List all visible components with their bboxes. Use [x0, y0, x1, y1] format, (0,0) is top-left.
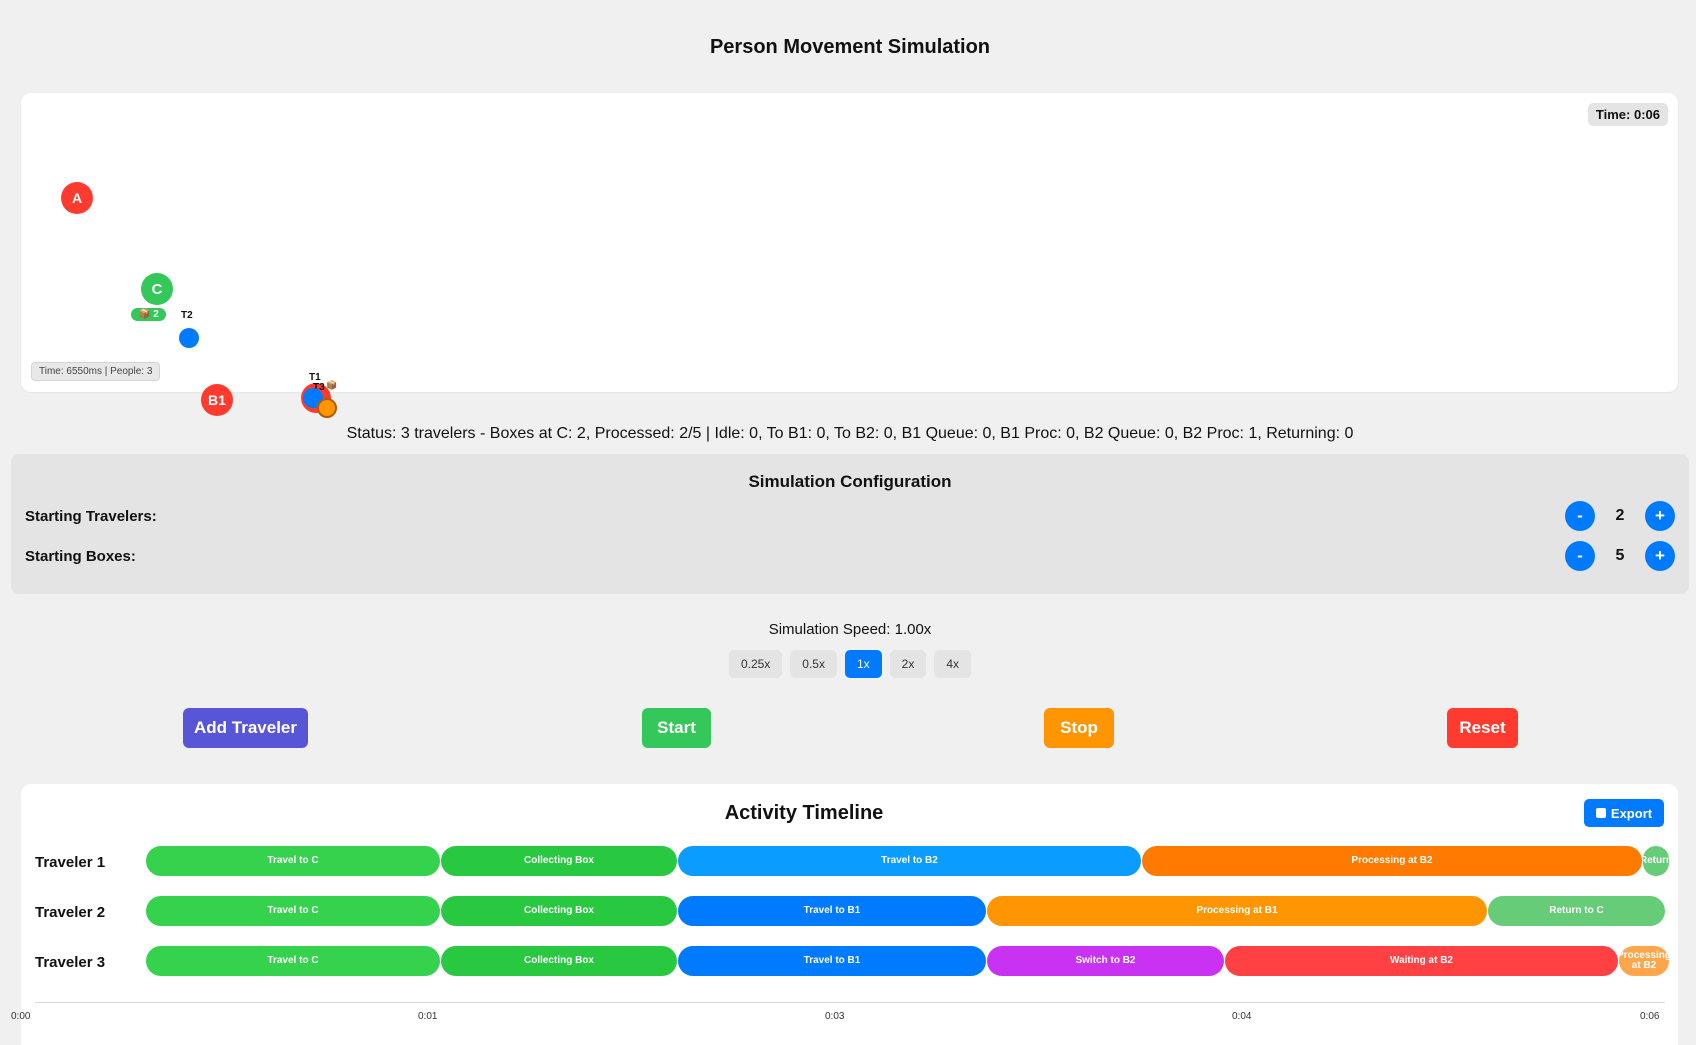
timeline-tick: 0:04: [1232, 1011, 1252, 1022]
speed-button-1x[interactable]: 1x: [844, 650, 882, 678]
timeline-tick: 0:03: [825, 1011, 845, 1022]
speed-button-0-25x[interactable]: 0.25x: [728, 650, 783, 678]
timeline-segment: Processing at B2: [1619, 946, 1669, 976]
boxes-increment-button[interactable]: +: [1645, 541, 1675, 571]
traveler-t2: [179, 328, 199, 348]
timeline-segment: Collecting Box: [441, 896, 677, 926]
timeline-segment: Travel to C: [146, 846, 440, 876]
activity-timeline: Activity Timeline Export Traveler 1 Trav…: [11, 784, 1678, 1045]
reset-button[interactable]: Reset: [1447, 708, 1518, 748]
timeline-row-label-2: Traveler 2: [35, 904, 106, 921]
boxes-decrement-button[interactable]: -: [1565, 541, 1595, 571]
timeline-axis: [35, 1002, 1665, 1003]
timeline-tick: 0:06: [1640, 1011, 1660, 1022]
speed-button-4x[interactable]: 4x: [934, 650, 972, 678]
config-title: Simulation Configuration: [748, 472, 952, 491]
timeline-tick: 0:00: [11, 1011, 31, 1022]
config-row-boxes: Starting Boxes: - 5 +: [25, 540, 1675, 572]
timeline-segment: Waiting at B2: [1225, 946, 1618, 976]
export-icon: [1595, 808, 1606, 818]
speed-options: 0.25x 0.5x 1x 2x 4x: [0, 650, 1696, 678]
config-panel: Simulation Configuration Starting Travel…: [11, 454, 1689, 594]
status-text: Status: 3 travelers - Boxes at C: 2, Pro…: [346, 425, 1354, 442]
timeline-title: Activity Timeline: [724, 802, 884, 824]
page-title: Person Movement Simulation: [709, 36, 991, 58]
node-c: C: [141, 273, 173, 305]
travelers-increment-button[interactable]: +: [1645, 501, 1675, 531]
timeline-segment: Travel to B2: [678, 846, 1141, 876]
boxes-value: 5: [1615, 547, 1625, 564]
travelers-decrement-button[interactable]: -: [1565, 501, 1595, 531]
timeline-segment: Processing at B2: [1142, 846, 1642, 876]
export-label: Export: [1610, 805, 1653, 821]
speed-label: Simulation Speed: 1.00x: [768, 621, 932, 638]
timeline-segment: Switch to B2: [987, 946, 1224, 976]
node-a: A: [61, 182, 93, 214]
carried-box-icon: 📦: [326, 380, 338, 390]
timeline-segment: Return: [1643, 846, 1669, 876]
traveler-label-t2: T2: [181, 310, 193, 321]
timeline-segment: Travel to C: [146, 946, 440, 976]
start-button[interactable]: Start: [642, 708, 711, 748]
starting-boxes-label: Starting Boxes:: [25, 547, 136, 565]
timeline-segment: Travel to B1: [678, 946, 986, 976]
box-count-badge: 📦 2: [131, 308, 166, 321]
timeline-row-label-1: Traveler 1: [35, 854, 106, 871]
starting-travelers-label: Starting Travelers:: [25, 507, 157, 525]
info-badge: Time: 6550ms | People: 3: [31, 362, 161, 381]
traveler-t3: [317, 398, 337, 418]
timeline-tick: 0:01: [418, 1011, 438, 1022]
timeline-segment: Travel to B1: [678, 896, 986, 926]
speed-button-0-5x[interactable]: 0.5x: [790, 650, 837, 678]
timeline-row-label-3: Traveler 3: [35, 954, 106, 971]
travelers-value: 2: [1615, 507, 1625, 524]
stop-button[interactable]: Stop: [1044, 708, 1114, 748]
time-badge: Time: 0:06: [1587, 103, 1668, 126]
add-traveler-button[interactable]: Add Traveler: [183, 708, 308, 748]
node-b1: B1: [201, 384, 233, 416]
speed-button-2x[interactable]: 2x: [889, 650, 927, 678]
timeline-segment: Collecting Box: [441, 946, 677, 976]
timeline-segment: Travel to C: [146, 896, 440, 926]
simulation-canvas: Time: 0:06 Time: 6550ms | People: 3 A C …: [21, 93, 1678, 418]
timeline-segment: Collecting Box: [441, 846, 677, 876]
config-row-travelers: Starting Travelers: - 2 +: [25, 500, 1675, 532]
timeline-segment: Return to C: [1488, 896, 1665, 926]
export-button[interactable]: Export: [1584, 799, 1664, 827]
timeline-segment: Processing at B1: [987, 896, 1487, 926]
